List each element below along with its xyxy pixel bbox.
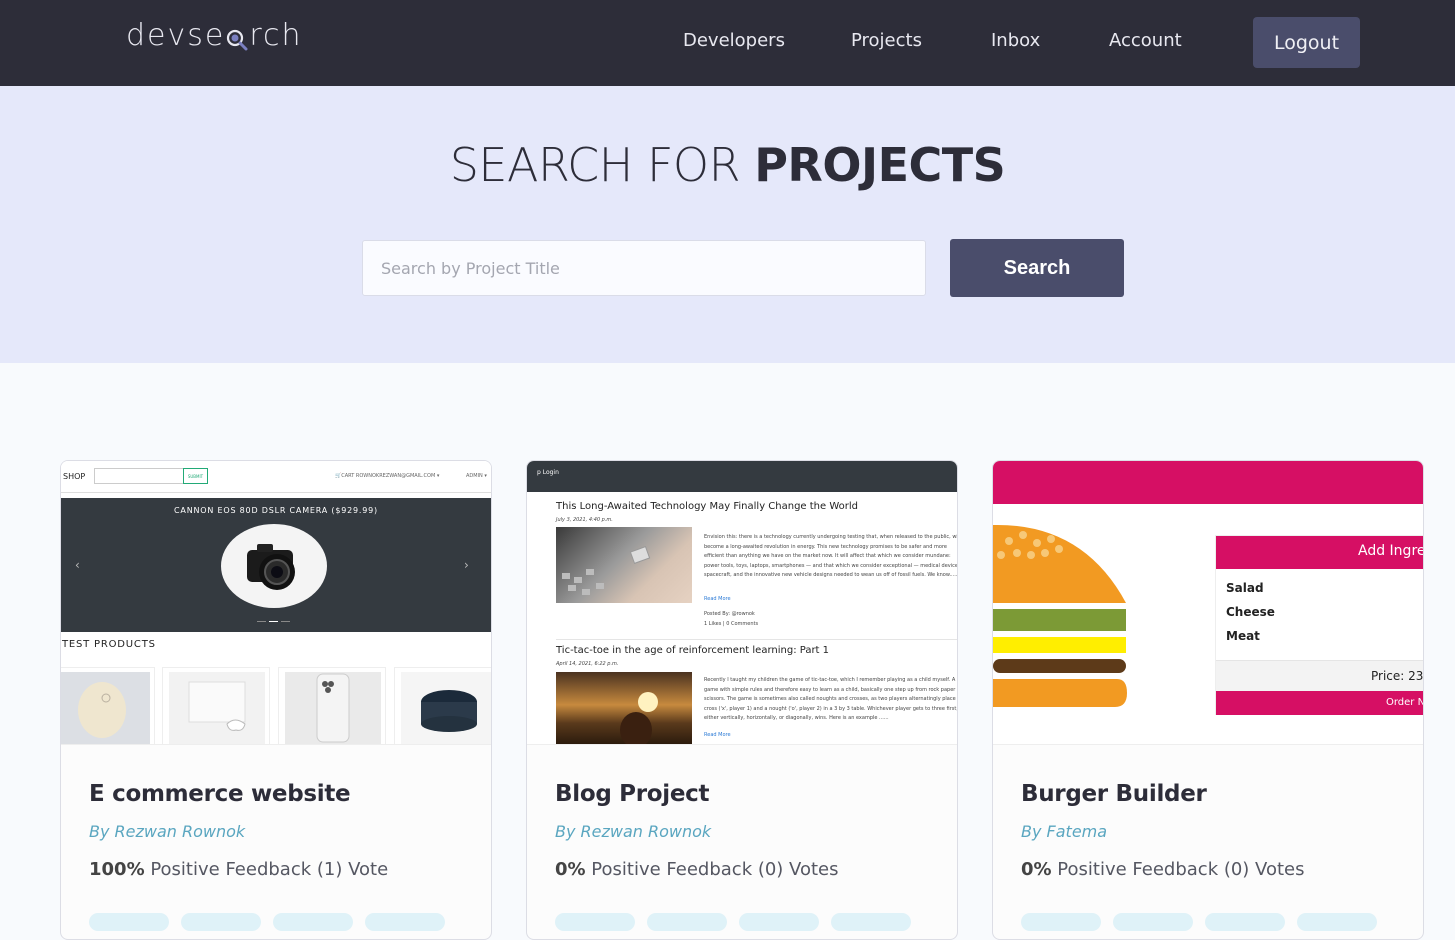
nav-link-developers[interactable]: Developers [683, 30, 785, 51]
thumb-likes: 1 Likes | 0 Comments [704, 621, 759, 627]
burger-illustration [993, 524, 1127, 707]
project-author[interactable]: By Rezwan Rownok [89, 822, 245, 841]
thumb-cart-label: 🛒CART ROWNOKREZWAN@GMAIL.COM ▾ [335, 473, 440, 479]
project-author[interactable]: By Rezwan Rownok [555, 822, 711, 841]
logo-text-left: devse [126, 18, 226, 53]
tag[interactable] [1113, 913, 1193, 931]
thumb-post-title: Tic-tac-toe in the age of reinforcement … [556, 645, 830, 656]
thumb-section-title: TEST PRODUCTS [62, 639, 156, 650]
logout-button[interactable]: Logout [1253, 17, 1360, 68]
thumb-admin-label: ADMIN ▾ [466, 473, 487, 479]
project-tags [89, 913, 445, 931]
ingredient-item: Salad [1226, 581, 1264, 595]
project-card[interactable]: p Login This Long-Awaited Technology May… [526, 460, 958, 940]
thumb-product-console [162, 667, 270, 744]
feedback-text: Positive Feedback (1) Vote [144, 859, 389, 880]
top-navbar: devse rch Developers Projects Inbox Acco… [0, 0, 1455, 86]
tag[interactable] [647, 913, 727, 931]
search-input[interactable] [362, 240, 926, 296]
ingredient-item: Cheese [1226, 605, 1275, 619]
project-card[interactable]: SHOP SUBMIT 🛒CART ROWNOKREZWAN@GMAIL.COM… [60, 460, 492, 940]
project-feedback: 0% Positive Feedback (0) Votes [555, 859, 839, 880]
thumb-post-excerpt: Recently I taught my children the game o… [704, 677, 957, 722]
tag[interactable] [89, 913, 169, 931]
feedback-percent: 0% [555, 859, 586, 880]
page-title: SEARCH FOR PROJECTS [0, 138, 1455, 192]
project-author[interactable]: By Fatema [1021, 822, 1107, 841]
price-label: Price: 230 [1371, 669, 1423, 683]
thumb-posted-by: Posted By: @rownok [704, 611, 755, 617]
project-title[interactable]: E commerce website [89, 781, 351, 807]
thumb-header-bar [993, 461, 1423, 504]
thumb-navbar: p Login [527, 461, 957, 492]
feedback-percent: 100% [89, 859, 145, 880]
tag[interactable] [181, 913, 261, 931]
chevron-right-icon: › [464, 558, 469, 572]
thumb-read-more: Read More [704, 596, 731, 602]
thumb-search-box [94, 468, 184, 484]
project-thumbnail[interactable]: Add Ingredients Salad Cheese Meat Price:… [993, 461, 1423, 745]
thumb-product-mouse [61, 667, 155, 744]
thumb-shop-label: SHOP [63, 472, 86, 481]
tag[interactable] [1297, 913, 1377, 931]
camera-image [221, 524, 327, 608]
search-button[interactable]: Search [950, 239, 1124, 297]
project-feedback: 0% Positive Feedback (0) Votes [1021, 859, 1305, 880]
devsearch-logo[interactable]: devse rch [126, 18, 303, 53]
tag[interactable] [273, 913, 353, 931]
project-tags [555, 913, 911, 931]
nav-link-inbox[interactable]: Inbox [991, 30, 1040, 51]
magnifier-icon [226, 25, 248, 50]
nav-link-projects[interactable]: Projects [851, 30, 922, 51]
feedback-text: Positive Feedback (0) Votes [585, 859, 839, 880]
tag[interactable] [831, 913, 911, 931]
thumb-post-image [556, 672, 692, 744]
tag[interactable] [1021, 913, 1101, 931]
thumb-navbar: SHOP SUBMIT 🛒CART ROWNOKREZWAN@GMAIL.COM… [61, 461, 491, 493]
nav-link-account[interactable]: Account [1109, 30, 1182, 51]
thumb-submit: SUBMIT [183, 468, 208, 484]
thumb-post-image [556, 527, 692, 603]
thumb-post-date: July 3, 2021, 4:40 p.m. [556, 517, 613, 523]
thumb-post-excerpt: Envision this: there is a technology cur… [704, 534, 957, 579]
project-title[interactable]: Blog Project [555, 781, 710, 807]
ingredient-item: Meat [1226, 629, 1260, 643]
feedback-text: Positive Feedback (0) Votes [1051, 859, 1305, 880]
thumb-banner-title: CANNON EOS 80D DSLR CAMERA ($929.99) [174, 506, 378, 515]
page-title-light: SEARCH FOR [449, 138, 755, 192]
thumb-divider [556, 639, 957, 640]
ingredients-panel-title: Add Ingredients [1216, 536, 1423, 569]
project-feedback: 100% Positive Feedback (1) Vote [89, 859, 388, 880]
tag[interactable] [739, 913, 819, 931]
tag[interactable] [365, 913, 445, 931]
tag[interactable] [1205, 913, 1285, 931]
order-button: Order Now [1216, 691, 1423, 715]
page-title-bold: PROJECTS [754, 138, 1006, 192]
search-hero: SEARCH FOR PROJECTS Search [0, 86, 1455, 363]
thumb-read-more: Read More [704, 732, 731, 738]
tag[interactable] [555, 913, 635, 931]
project-card[interactable]: Add Ingredients Salad Cheese Meat Price:… [992, 460, 1424, 940]
project-title[interactable]: Burger Builder [1021, 781, 1207, 807]
price-row: Price: 230 [1216, 660, 1423, 691]
chevron-left-icon: ‹ [75, 558, 80, 572]
project-thumbnail[interactable]: p Login This Long-Awaited Technology May… [527, 461, 957, 745]
carousel-indicators [257, 621, 290, 622]
thumb-nav-text: p Login [537, 469, 559, 476]
project-thumbnail[interactable]: SHOP SUBMIT 🛒CART ROWNOKREZWAN@GMAIL.COM… [61, 461, 491, 745]
logo-text-right: rch [249, 18, 303, 53]
thumb-product-phone [278, 667, 386, 744]
project-tags [1021, 913, 1377, 931]
thumb-product-speaker [394, 667, 491, 744]
thumb-carousel: CANNON EOS 80D DSLR CAMERA ($929.99) ‹ › [61, 498, 491, 632]
thumb-post-title: This Long-Awaited Technology May Finally… [556, 501, 859, 512]
ingredients-panel: Add Ingredients Salad Cheese Meat Price:… [1215, 535, 1423, 715]
thumb-post-date: April 14, 2021, 6:22 p.m. [556, 661, 619, 667]
feedback-percent: 0% [1021, 859, 1052, 880]
